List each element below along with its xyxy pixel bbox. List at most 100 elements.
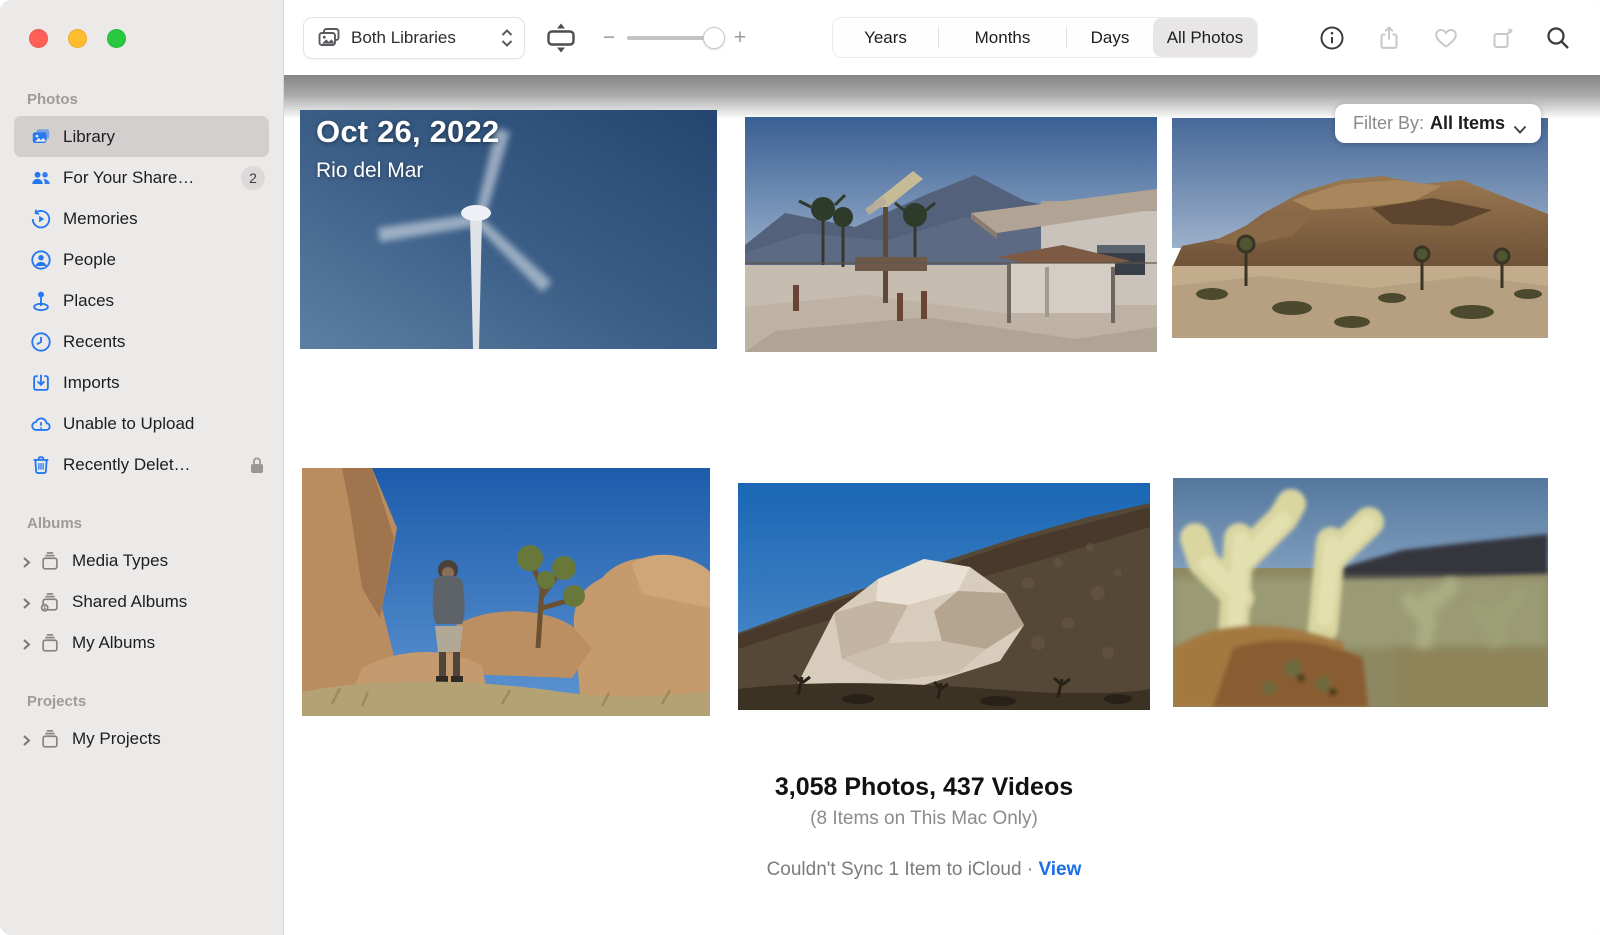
sync-message: Couldn't Sync 1 Item to iCloud [767, 859, 1022, 880]
tab-days[interactable]: Days [1067, 18, 1153, 57]
album-icon [39, 632, 61, 654]
sidebar-item-unable-to-upload[interactable]: Unable to Upload [10, 403, 273, 444]
shared-with-you-icon [30, 167, 52, 189]
sidebar-item-label: Library [63, 127, 261, 147]
info-icon[interactable] [1319, 25, 1345, 51]
sidebar-item-library[interactable]: Library [14, 116, 269, 157]
photos-app-window: Photos Library For Your Share… 2 Memorie… [0, 0, 1600, 935]
chevron-right-icon[interactable] [20, 554, 33, 567]
memories-icon [30, 208, 52, 230]
sidebar: Photos Library For Your Share… 2 Memorie… [0, 0, 284, 935]
chevron-right-icon[interactable] [20, 732, 33, 745]
main-area: Both Libraries − + Years Months Days All… [284, 0, 1600, 935]
sidebar-item-label: Unable to Upload [63, 414, 265, 434]
sidebar-section-projects: Projects [27, 693, 273, 710]
sidebar-item-recents[interactable]: Recents [10, 321, 273, 362]
photo-thumbnail-granite-hillside[interactable] [738, 483, 1150, 710]
sidebar-item-people[interactable]: People [10, 239, 273, 280]
photo-thumbnail-desert-rocks[interactable] [1172, 118, 1548, 338]
sidebar-item-label: My Albums [72, 633, 265, 653]
sidebar-item-label: Recents [63, 332, 265, 352]
recents-clock-icon [30, 331, 52, 353]
zoom-window-button[interactable] [107, 29, 126, 48]
date-label: Oct 26, 2022 [316, 114, 499, 150]
sidebar-item-label: Imports [63, 373, 265, 393]
share-icon[interactable] [1376, 25, 1402, 51]
tab-months[interactable]: Months [939, 18, 1066, 57]
sidebar-item-memories[interactable]: Memories [10, 198, 273, 239]
sidebar-item-label: Places [63, 291, 265, 311]
search-icon[interactable] [1545, 25, 1571, 51]
library-summary: 3,058 Photos, 437 Videos (8 Items on Thi… [300, 773, 1548, 881]
zoom-in-button[interactable]: + [731, 26, 749, 50]
sidebar-section-albums: Albums [27, 515, 273, 532]
album-icon [39, 550, 61, 572]
shared-badge-count: 2 [241, 166, 265, 190]
sidebar-item-label: Recently Delet… [63, 455, 249, 475]
sidebar-item-for-your-shared[interactable]: For Your Share… 2 [10, 157, 273, 198]
imports-icon [30, 372, 52, 394]
date-header-overlay: Oct 26, 2022 Rio del Mar [316, 114, 499, 183]
photo-thumbnail-cholla-cactus[interactable] [1173, 478, 1548, 707]
photo-thumbnail-gas-station[interactable] [745, 117, 1157, 352]
places-pin-icon [30, 290, 52, 312]
photos-library-icon [30, 126, 52, 148]
sidebar-item-label: Media Types [72, 551, 265, 571]
sidebar-item-label: Shared Albums [72, 592, 265, 612]
zoom-out-button[interactable]: − [600, 26, 618, 50]
window-controls [0, 0, 283, 75]
lock-icon [249, 456, 265, 474]
library-selector-value: Both Libraries [351, 28, 500, 48]
library-counts: 3,058 Photos, 437 Videos [300, 773, 1548, 802]
favorite-icon[interactable] [1433, 25, 1459, 51]
sidebar-item-imports[interactable]: Imports [10, 362, 273, 403]
photo-thumbnail-hiker[interactable] [302, 468, 710, 716]
tab-all-photos[interactable]: All Photos [1153, 18, 1257, 57]
sidebar-item-label: My Projects [72, 729, 265, 749]
sync-separator: · [1027, 859, 1033, 880]
tab-years[interactable]: Years [833, 18, 938, 57]
album-icon [39, 728, 61, 750]
sidebar-item-recently-deleted[interactable]: Recently Delet… [10, 444, 273, 485]
sidebar-item-my-albums[interactable]: My Albums [10, 622, 273, 663]
filter-by-dropdown[interactable]: Filter By: All Items [1335, 104, 1541, 143]
location-label: Rio del Mar [316, 159, 499, 183]
toolbar: Both Libraries − + Years Months Days All… [284, 0, 1600, 75]
photos-icon [316, 25, 342, 51]
chevron-down-icon [1513, 119, 1527, 129]
sidebar-item-label: People [63, 250, 265, 270]
cloud-error-icon [30, 413, 52, 435]
thumbnail-aspect-button[interactable] [542, 22, 580, 54]
sidebar-section-photos: Photos [27, 91, 273, 108]
sync-status-line: Couldn't Sync 1 Item to iCloud · View [300, 859, 1548, 881]
desert-rocks-photo [1172, 118, 1548, 338]
sidebar-item-label: Memories [63, 209, 265, 229]
sidebar-item-media-types[interactable]: Media Types [10, 540, 273, 581]
cholla-cactus-photo [1173, 478, 1548, 707]
granite-hillside-photo [738, 483, 1150, 710]
minimize-window-button[interactable] [68, 29, 87, 48]
photo-grid-content: Oct 26, 2022 Rio del Mar [284, 75, 1600, 935]
people-icon [30, 249, 52, 271]
rotate-icon[interactable] [1490, 25, 1516, 51]
sidebar-item-my-projects[interactable]: My Projects [10, 718, 273, 759]
chevron-right-icon[interactable] [20, 595, 33, 608]
filter-by-value: All Items [1430, 113, 1505, 134]
shared-album-icon [39, 591, 61, 613]
sidebar-item-label: For Your Share… [63, 168, 241, 188]
local-items-note: (8 Items on This Mac Only) [300, 808, 1548, 830]
filter-by-label: Filter By: [1353, 113, 1424, 134]
up-down-chevrons-icon [500, 28, 514, 48]
photo-thumbnail-windmill[interactable]: Oct 26, 2022 Rio del Mar [300, 110, 717, 349]
sidebar-item-places[interactable]: Places [10, 280, 273, 321]
hiker-photo [302, 468, 710, 716]
library-selector-button[interactable]: Both Libraries [303, 17, 525, 59]
sync-view-link[interactable]: View [1038, 859, 1081, 880]
close-window-button[interactable] [29, 29, 48, 48]
gas-station-photo [745, 117, 1157, 352]
trash-icon [30, 454, 52, 476]
sidebar-item-shared-albums[interactable]: Shared Albums [10, 581, 273, 622]
view-segmented-control: Years Months Days All Photos [832, 17, 1258, 58]
chevron-right-icon[interactable] [20, 636, 33, 649]
thumbnail-zoom-slider-thumb[interactable] [703, 27, 725, 49]
